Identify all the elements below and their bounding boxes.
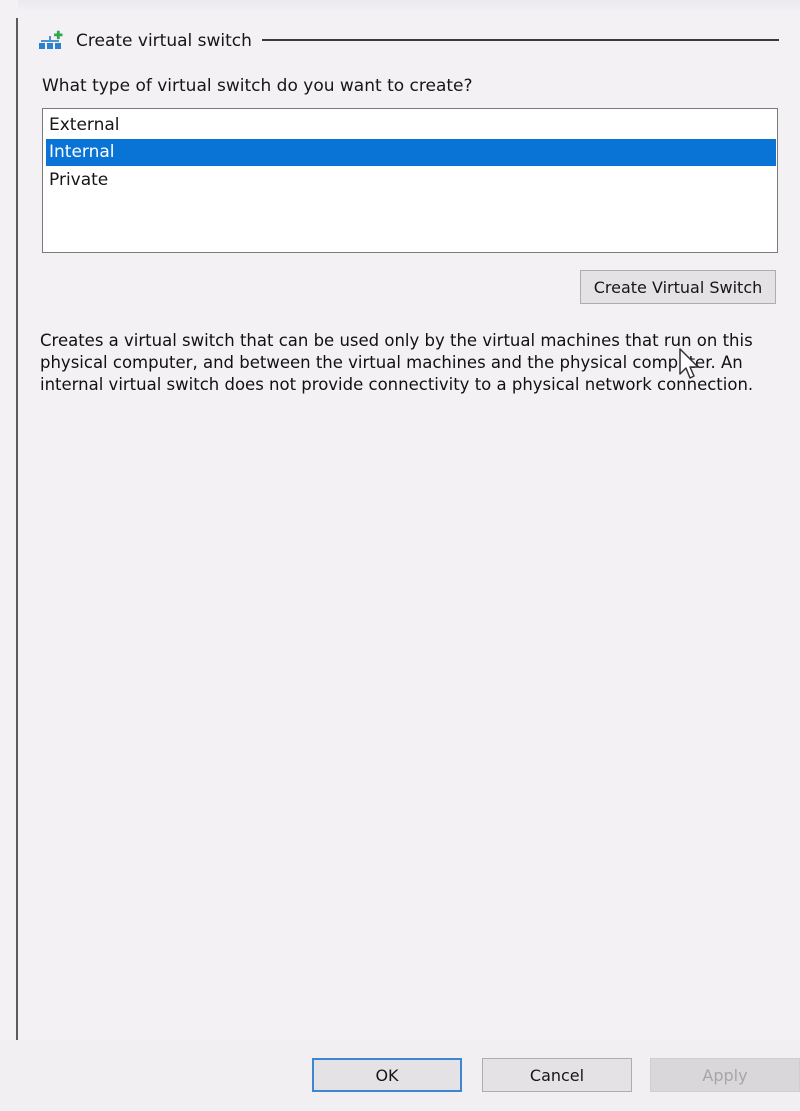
create-virtual-switch-panel: Create virtual switch What type of virtu…	[18, 18, 800, 1040]
mouse-cursor-icon	[679, 348, 699, 379]
cancel-button[interactable]: Cancel	[482, 1058, 632, 1092]
list-item-private[interactable]: Private	[46, 167, 776, 194]
ok-button[interactable]: OK	[312, 1058, 462, 1092]
virtual-switch-icon	[38, 30, 64, 52]
apply-button: Apply	[650, 1058, 800, 1092]
switch-type-description: Creates a virtual switch that can be use…	[40, 331, 754, 394]
virtual-switch-manager-window: Create virtual switch What type of virtu…	[0, 0, 800, 1111]
switch-type-question: What type of virtual switch do you want …	[42, 76, 473, 96]
dialog-footer: OK Cancel Apply	[0, 1040, 800, 1111]
group-title: Create virtual switch	[76, 31, 252, 51]
group-separator	[262, 39, 779, 41]
list-item-internal[interactable]: Internal	[46, 139, 776, 166]
group-header: Create virtual switch	[38, 30, 252, 52]
create-virtual-switch-button[interactable]: Create Virtual Switch	[580, 270, 776, 304]
top-shade	[0, 0, 800, 12]
list-item-external[interactable]: External	[46, 112, 776, 139]
switch-type-listbox[interactable]: External Internal Private	[42, 108, 778, 253]
